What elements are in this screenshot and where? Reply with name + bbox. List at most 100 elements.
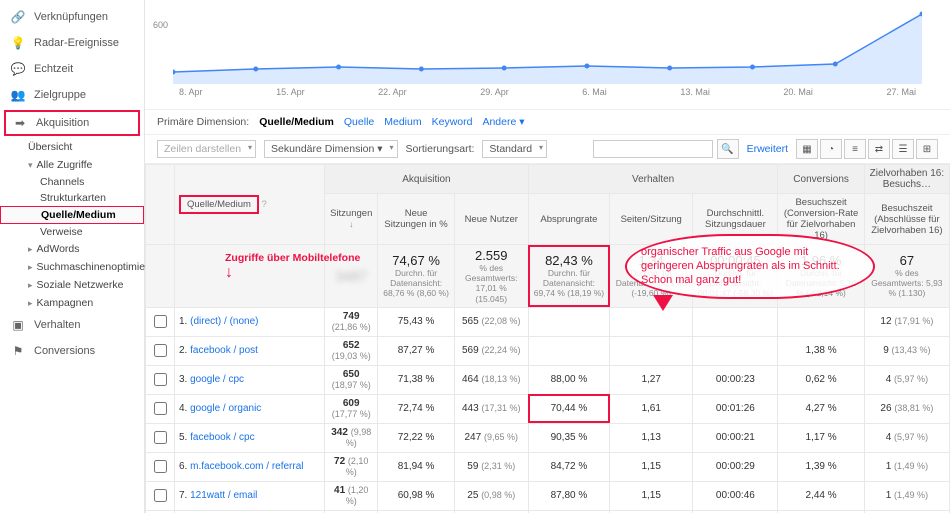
nav-verhalten[interactable]: ▣Verhalten (0, 312, 144, 338)
view-pivot-icon[interactable]: ⊞ (916, 139, 938, 159)
cell-dimension: 6. m.facebook.com / referral (175, 452, 325, 481)
cell-conv-rate: 0,62 % (778, 365, 864, 394)
dimension-link[interactable]: 121watt / email (190, 490, 257, 501)
subnav-soziale[interactable]: Soziale Netzwerke (0, 276, 144, 294)
cell-neue-nutzer: 569 (22,24 %) (454, 336, 528, 365)
summary-conv-rate: 1,96 %Durchn. für Datenansicht: 5,16 % (… (778, 245, 864, 308)
cell-neue-sitz: 72,22 % (378, 423, 454, 452)
cell-abschl: 4 (5,97 %) (864, 423, 949, 452)
summary-row: 3487 74,67 %Durchn. für Datenansicht: 68… (146, 245, 950, 308)
chart-x-axis: 8. Apr15. Apr22. Apr29. Apr6. Mai13. Mai… (173, 87, 922, 97)
col-absprungrate[interactable]: Absprungrate (528, 194, 609, 245)
dimension-link[interactable]: google / cpc (190, 374, 244, 385)
subnav-strukturkarten[interactable]: Strukturkarten (0, 190, 144, 206)
table-row[interactable]: 2. facebook / post 652 (19,03 %) 87,27 %… (146, 336, 950, 365)
table-row[interactable]: 7. 121watt / email 41 (1,20 %) 60,98 % 2… (146, 481, 950, 510)
main: 600 8. Apr15. Apr22. Apr29. Apr6. Mai13.… (145, 0, 950, 513)
cell-seiten-sitz: 1,15 (610, 452, 693, 481)
cell-neue-nutzer: 464 (18,13 %) (454, 365, 528, 394)
dimension-link[interactable]: (direct) / (none) (190, 316, 258, 327)
col-dimension-header[interactable]: Quelle/Medium ? (175, 165, 325, 245)
dimension-link[interactable]: facebook / post (190, 345, 258, 356)
sort-select[interactable]: Standard (482, 140, 547, 158)
cell-absprung: 87,80 % (528, 481, 609, 510)
arrow-icon: ➡ (12, 116, 28, 130)
nav-verknuepfungen[interactable]: 🔗Verknüpfungen (0, 4, 144, 30)
table-row[interactable]: 4. google / organic 609 (17,77 %) 72,74 … (146, 394, 950, 423)
view-performance-icon[interactable]: ≡ (844, 139, 866, 159)
subnav-verweise[interactable]: Verweise (0, 224, 144, 240)
sidebar: 🔗Verknüpfungen 💡Radar-Ereignisse 💬Echtze… (0, 0, 145, 513)
row-checkbox[interactable] (154, 315, 167, 328)
nav-zielgruppe[interactable]: 👥Zielgruppe (0, 82, 144, 108)
col-abschluesse[interactable]: Besuchszeit (Abschlüsse für Zielvorhaben… (864, 194, 949, 245)
summary-abschl: 67% des Gesamtwerts: 5,93 % (1.130) (864, 245, 949, 308)
cell-dimension: 2. facebook / post (175, 336, 325, 365)
cell-abschl: 9 (13,43 %) (864, 336, 949, 365)
search-button[interactable]: 🔍 (717, 139, 739, 159)
cell-sitzungen: 652 (19,03 %) (325, 336, 378, 365)
dimension-link[interactable]: m.facebook.com / referral (190, 461, 303, 472)
dim-medium[interactable]: Medium (384, 116, 421, 128)
col-conv-rate[interactable]: Besuchszeit (Conversion-Rate für Zielvor… (778, 194, 864, 245)
cell-neue-sitz: 60,98 % (378, 481, 454, 510)
col-sitzungen[interactable]: Sitzungen ↓ (325, 194, 378, 245)
dim-keyword[interactable]: Keyword (432, 116, 473, 128)
col-neue-sitzungen[interactable]: Neue Sitzungen in % (378, 194, 454, 245)
dim-quelle[interactable]: Quelle (344, 116, 374, 128)
nav-akquisition[interactable]: ➡ Akquisition (4, 110, 140, 136)
subnav-kampagnen[interactable]: Kampagnen (0, 294, 144, 312)
view-comparison-icon[interactable]: ⇄ (868, 139, 890, 159)
dim-andere[interactable]: Andere ▾ (482, 116, 524, 128)
col-neue-nutzer[interactable]: Neue Nutzer (454, 194, 528, 245)
table-row[interactable]: 6. m.facebook.com / referral 72 (2,10 %)… (146, 452, 950, 481)
cell-abschl: 12 (17,91 %) (864, 307, 949, 336)
secondary-dimension-select[interactable]: Sekundäre Dimension ▾ (264, 140, 398, 158)
dimension-link[interactable]: google / organic (190, 403, 261, 414)
cell-dauer (693, 307, 778, 336)
table-row[interactable]: 1. (direct) / (none) 749 (21,86 %) 75,43… (146, 307, 950, 336)
col-seiten-sitzung[interactable]: Seiten/Sitzung (610, 194, 693, 245)
subnav-seo[interactable]: Suchmaschinenoptimierung (0, 258, 144, 276)
cell-seiten-sitz: 1,61 (610, 394, 693, 423)
cell-sitzungen: 41 (1,20 %) (325, 481, 378, 510)
line-chart[interactable] (173, 6, 922, 84)
rows-display[interactable]: Zeilen darstellen (157, 140, 256, 158)
row-checkbox[interactable] (154, 431, 167, 444)
cell-neue-sitz: 81,94 % (378, 452, 454, 481)
view-term-icon[interactable]: ☰ (892, 139, 914, 159)
row-checkbox[interactable] (154, 373, 167, 386)
cell-neue-sitz: 72,74 % (378, 394, 454, 423)
nav-label: Akquisition (36, 117, 89, 129)
dim-quelle-medium[interactable]: Quelle/Medium (259, 116, 334, 128)
subnav-alle-zugriffe[interactable]: Alle Zugriffe (0, 156, 144, 174)
row-checkbox[interactable] (154, 489, 167, 502)
nav-radar[interactable]: 💡Radar-Ereignisse (0, 30, 144, 56)
subnav-uebersicht[interactable]: Übersicht (0, 138, 144, 156)
col-dauer[interactable]: Durchschnittl. Sitzungsdauer (693, 194, 778, 245)
cell-conv-rate: 1,38 % (778, 336, 864, 365)
row-checkbox[interactable] (154, 344, 167, 357)
row-checkbox[interactable] (154, 460, 167, 473)
nav-conversions[interactable]: ⚑Conversions (0, 338, 144, 364)
nav-echtzeit[interactable]: 💬Echtzeit (0, 56, 144, 82)
view-percent-icon[interactable]: ◔ (820, 139, 842, 159)
dimension-link[interactable]: facebook / cpc (190, 432, 254, 443)
cell-dauer: 00:00:29 (693, 452, 778, 481)
search-input[interactable] (593, 140, 713, 158)
sort-label: Sortierungsart: (406, 143, 475, 155)
row-checkbox[interactable] (154, 402, 167, 415)
table-row[interactable]: 5. facebook / cpc 342 (9,98 %) 72,22 % 2… (146, 423, 950, 452)
cell-dauer: 00:01:26 (693, 394, 778, 423)
subnav-quelle-medium[interactable]: Quelle/Medium (0, 206, 144, 224)
col-checkbox (146, 165, 175, 245)
subnav-channels[interactable]: Channels (0, 174, 144, 190)
group-zielvorhaben[interactable]: Zielvorhaben 16: Besuchs… (864, 165, 949, 194)
cell-sitzungen: 749 (21,86 %) (325, 307, 378, 336)
table-row[interactable]: 3. google / cpc 650 (18,97 %) 71,38 % 46… (146, 365, 950, 394)
subnav-adwords[interactable]: AdWords (0, 240, 144, 258)
view-table-icon[interactable]: ▦ (796, 139, 818, 159)
advanced-link[interactable]: Erweitert (747, 143, 788, 155)
group-verhalten: Verhalten (528, 165, 778, 194)
cell-dimension: 3. google / cpc (175, 365, 325, 394)
